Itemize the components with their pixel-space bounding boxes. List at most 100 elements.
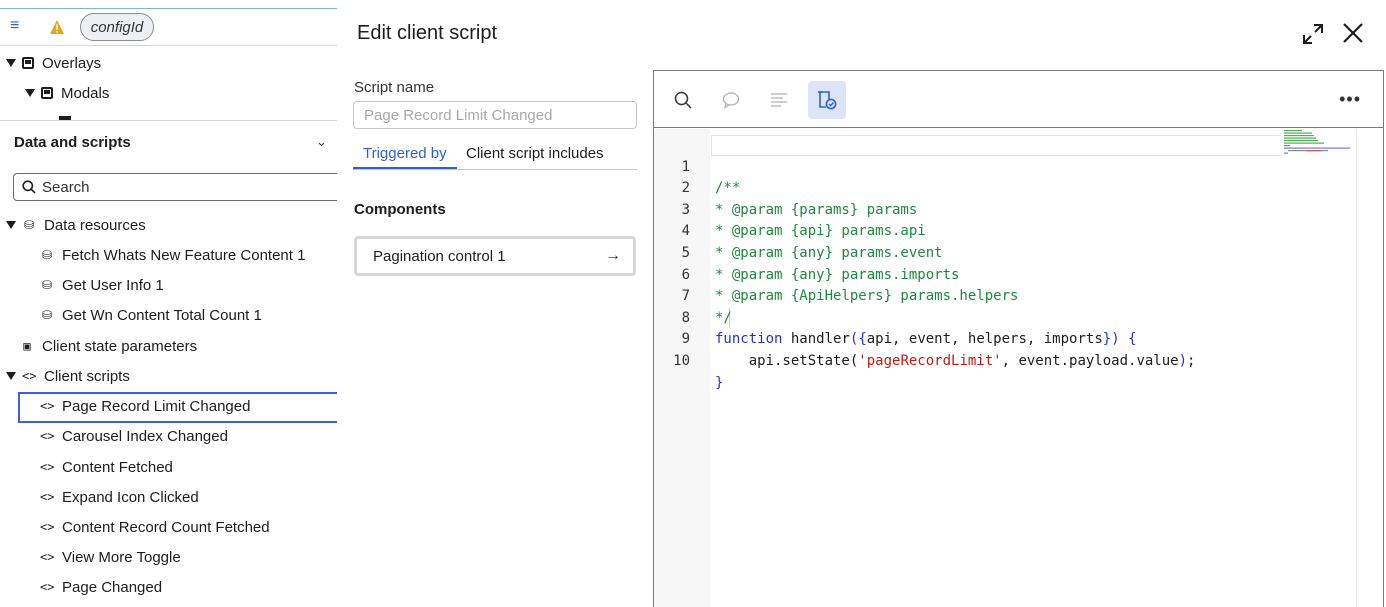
tree-item-label: Modals <box>61 84 110 102</box>
tree-item-label: Content Fetched <box>62 458 173 476</box>
code-text: api.setState('pageRecordLimit', event.pa… <box>715 351 1196 373</box>
tree-item-script[interactable]: <> Expand Icon Clicked <box>40 485 199 509</box>
tree-item-label: Client state parameters <box>42 337 198 355</box>
tree-item-label: Content Record Count Fetched <box>62 518 270 536</box>
tree-item-label: Fetch Whats New Feature Content 1 <box>62 246 306 264</box>
tree-item-script[interactable]: <> View More Toggle <box>40 545 181 569</box>
script-name-placeholder: Page Record Limit Changed <box>364 106 553 124</box>
search-input[interactable]: Search <box>13 173 337 201</box>
tab-bar: Triggered by Client script includes <box>353 140 637 170</box>
tree-item-label: Expand Icon Clicked <box>62 488 199 506</box>
expanded-caret-icon[interactable] <box>6 372 16 380</box>
top-toolbar: ≡ configId <box>0 8 337 46</box>
code-minimap[interactable] <box>1284 129 1356 159</box>
comment-button[interactable] <box>712 81 750 119</box>
tree-item-label: View More Toggle <box>62 548 181 566</box>
tree-item-client-state[interactable]: ▣ Client state parameters <box>20 334 197 358</box>
tree-item-label: Get User Info 1 <box>62 276 164 294</box>
code-line: 5 * @param {any} params.imports <box>654 221 1383 283</box>
arrow-right-icon[interactable]: → <box>605 247 621 265</box>
code-line: 9 api.setState('pageRecordLimit', event.… <box>654 308 1383 369</box>
editor-search-button[interactable] <box>664 81 702 119</box>
warning-icon[interactable] <box>49 19 65 35</box>
vertical-scrollbar[interactable] <box>1356 129 1370 607</box>
code-icon: <> <box>40 429 55 443</box>
tab-triggered-by[interactable]: Triggered by <box>363 145 447 162</box>
code-icon: <> <box>40 399 55 413</box>
line-number: 10 <box>673 352 690 369</box>
code-line: 10 } <box>654 329 1383 391</box>
database-icon: ⛁ <box>41 308 53 322</box>
tree-item-label: Carousel Index Changed <box>62 427 228 445</box>
format-button[interactable] <box>760 81 798 119</box>
chevron-down-icon[interactable]: ⌄ <box>316 134 327 150</box>
script-name-label: Script name <box>354 79 435 96</box>
components-heading: Components <box>354 201 446 218</box>
tab-client-script-includes[interactable]: Client script includes <box>466 145 604 162</box>
code-line: 1 /** <box>654 135 1383 197</box>
tree-item-label: Client scripts <box>44 367 130 385</box>
more-options-button[interactable]: ••• <box>1339 89 1361 110</box>
string-token: 'pageRecordLimit' <box>858 352 1002 369</box>
code-line: 4 * @param {any} params.event <box>654 200 1383 261</box>
expanded-caret-icon[interactable] <box>25 89 35 97</box>
config-id-pill[interactable]: configId <box>80 13 154 41</box>
tree-item-label: Data resources <box>44 216 146 234</box>
tree-item-label: Page Record Limit Changed <box>62 397 251 415</box>
component-card[interactable]: Pagination control 1 → <box>354 236 636 276</box>
tree-item-script[interactable]: <> Content Fetched <box>40 455 173 479</box>
code-icon: <> <box>40 580 55 594</box>
component-label: Pagination control 1 <box>373 247 506 265</box>
tree-item-resource[interactable]: ⛁ Get Wn Content Total Count 1 <box>40 303 262 327</box>
code-content[interactable]: 1 /** 2 * @param {params} params 3 * @pa… <box>654 135 1383 391</box>
modal-title: Edit client script <box>357 22 498 44</box>
menu-icon[interactable]: ≡ <box>10 18 19 34</box>
database-icon: ⛁ <box>41 248 53 262</box>
code-icon: <> <box>40 520 55 534</box>
editor-toolbar: ••• <box>654 71 1383 128</box>
tree-item-label: Get Wn Content Total Count 1 <box>62 306 262 324</box>
search-placeholder: Search <box>42 178 90 196</box>
code-line: 2 * @param {params} params <box>654 157 1383 218</box>
tree-item-script[interactable]: <> Page Record Limit Changed <box>40 394 250 418</box>
tree-item-data-resources[interactable]: ⛁ Data resources <box>6 213 146 237</box>
code-icon: <> <box>40 550 55 564</box>
tree-item-label: Overlays <box>42 54 102 72</box>
code-text: } <box>715 374 724 391</box>
identifier-token: , event.payload.value <box>1001 352 1179 369</box>
speech-bubble-icon <box>722 92 740 109</box>
close-icon[interactable] <box>1340 20 1366 46</box>
database-icon: ⛁ <box>41 278 53 292</box>
tree-item-script[interactable]: <> Page Changed <box>40 575 162 599</box>
text-lines-icon <box>771 93 787 107</box>
divider <box>0 120 337 121</box>
search-icon <box>22 180 36 194</box>
tree-item-script[interactable]: <> Content Record Count Fetched <box>40 515 270 539</box>
database-icon: ⛁ <box>23 218 35 232</box>
container-icon <box>41 87 53 99</box>
script-name-input[interactable]: Page Record Limit Changed <box>353 101 637 129</box>
expand-icon[interactable] <box>1299 20 1327 48</box>
tree-item-overlays[interactable]: Overlays <box>6 51 101 75</box>
code-editor[interactable]: ••• 1 /** 2 * @param {params} params 3 *… <box>653 70 1384 607</box>
tree-item-label: Page Changed <box>62 578 163 596</box>
app-window: ≡ configId Overlays Modals Data and scri… <box>0 0 1386 607</box>
tree-item-client-scripts[interactable]: <> Client scripts <box>6 364 130 388</box>
tree-item-resource[interactable]: ⛁ Fetch Whats New Feature Content 1 <box>40 243 305 267</box>
id-card-icon: ▣ <box>23 339 31 353</box>
search-icon <box>674 91 692 109</box>
tree-item-modals[interactable]: Modals <box>25 81 109 105</box>
identifier-token: api.setState( <box>715 352 859 369</box>
code-icon: <> <box>40 490 55 504</box>
tree-item-script[interactable]: <> Carousel Index Changed <box>40 424 228 448</box>
code-line: 7 */ <box>654 265 1383 326</box>
code-icon: <> <box>40 460 55 474</box>
active-tab-indicator <box>353 167 457 169</box>
validate-script-button[interactable] <box>808 81 846 119</box>
paren-token: ) <box>1178 352 1188 369</box>
code-line: 8 function handler({api, event, helpers,… <box>654 286 1383 348</box>
script-check-icon <box>818 91 837 110</box>
tree-item-resource[interactable]: ⛁ Get User Info 1 <box>40 273 164 297</box>
expanded-caret-icon[interactable] <box>6 59 16 67</box>
expanded-caret-icon[interactable] <box>6 221 16 229</box>
